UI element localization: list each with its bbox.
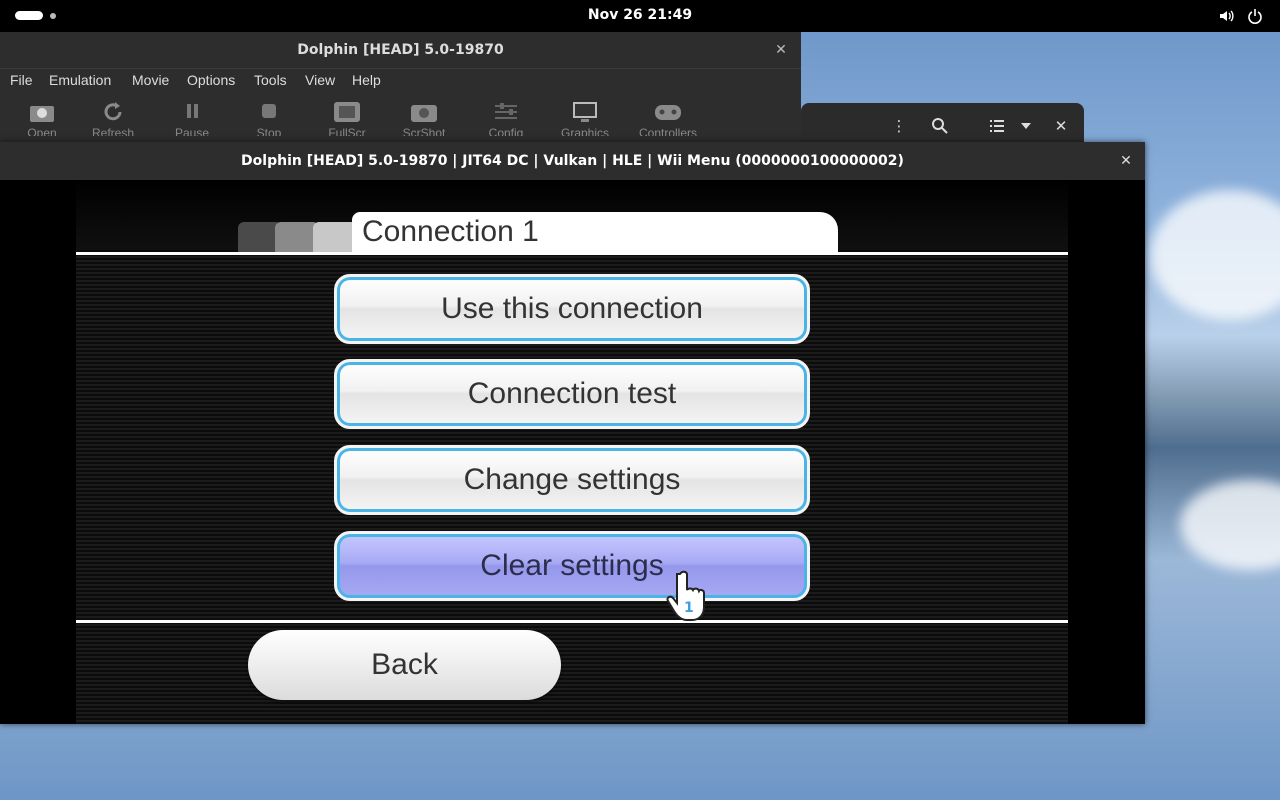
menu-file[interactable]: File	[10, 72, 33, 88]
dolphin-render-window: Dolphin [HEAD] 5.0-19870 | JIT64 DC | Vu…	[0, 142, 1145, 724]
connection-tab-title: Connection 1	[352, 212, 838, 252]
dolphin-main-window: Dolphin [HEAD] 5.0-19870 ✕ File Emulatio…	[0, 32, 801, 144]
menu-bar: File Emulation Movie Options Tools View …	[0, 68, 801, 92]
volume-icon[interactable]	[1218, 8, 1234, 24]
use-this-connection-button[interactable]: Use this connection	[334, 274, 810, 344]
menu-options[interactable]: Options	[187, 72, 235, 88]
list-view-icon[interactable]	[988, 117, 1006, 135]
desktop-cloud	[1180, 480, 1280, 570]
stop-button[interactable]: Stop	[239, 100, 299, 144]
tool-label: Pause	[174, 126, 210, 136]
graphics-icon	[573, 102, 597, 122]
tool-label: FullScr	[328, 126, 366, 136]
tool-label: Open	[27, 126, 57, 136]
tool-label: Controllers	[638, 126, 698, 136]
fullscreen-icon	[334, 102, 360, 122]
menu-view[interactable]: View	[305, 72, 335, 88]
wii-pointer-hand-icon: 1	[666, 570, 705, 621]
open-icon	[30, 106, 54, 122]
close-icon[interactable]: ✕	[1052, 117, 1070, 135]
controllers-button[interactable]: Controllers	[638, 100, 698, 144]
close-icon[interactable]: ✕	[773, 42, 789, 58]
clock[interactable]: Nov 26 21:49	[540, 7, 740, 23]
tool-label: Refresh	[91, 126, 135, 136]
screenshot-icon	[411, 105, 437, 122]
config-button[interactable]: Config	[476, 100, 536, 144]
graphics-button[interactable]: Graphics	[555, 100, 615, 144]
clear-settings-button[interactable]: Clear settings	[334, 531, 810, 601]
stop-icon	[262, 104, 276, 118]
search-icon[interactable]	[931, 117, 949, 135]
tool-label: Config	[488, 126, 524, 136]
refresh-icon	[104, 102, 122, 121]
menu-movie[interactable]: Movie	[132, 72, 169, 88]
screenshot-button[interactable]: ScrShot	[394, 100, 454, 144]
menu-help[interactable]: Help	[352, 72, 381, 88]
more-options-icon[interactable]: ⋮	[890, 117, 908, 135]
activities-button[interactable]	[15, 11, 56, 20]
tool-label: ScrShot	[402, 126, 446, 136]
pause-icon	[187, 104, 198, 118]
menu-tools[interactable]: Tools	[254, 72, 287, 88]
config-icon	[495, 103, 517, 119]
menu-emulation[interactable]: Emulation	[49, 72, 111, 88]
wii-screen: Connection 1 Use this connection Connect…	[76, 180, 1068, 724]
tool-label: Stop	[256, 126, 282, 136]
tool-label: Graphics	[560, 126, 610, 136]
tab-stub	[313, 222, 357, 252]
fullscreen-button[interactable]: FullScr	[317, 100, 377, 144]
power-icon[interactable]	[1247, 8, 1263, 24]
system-top-bar: Nov 26 21:49	[0, 0, 1280, 32]
controllers-icon	[655, 105, 681, 120]
window-title: Dolphin [HEAD] 5.0-19870	[0, 32, 801, 68]
desktop-cloud	[1150, 190, 1280, 320]
render-window-title: Dolphin [HEAD] 5.0-19870 | JIT64 DC | Vu…	[0, 142, 1145, 180]
change-settings-button[interactable]: Change settings	[334, 445, 810, 515]
connection-test-button[interactable]: Connection test	[334, 359, 810, 429]
workspace-indicator-active	[15, 11, 43, 20]
pause-button[interactable]: Pause	[162, 100, 222, 144]
back-button[interactable]: Back	[248, 630, 561, 700]
chevron-down-icon[interactable]	[1017, 117, 1035, 135]
toolbar: Open Refresh Pause Stop FullScr ScrShot …	[0, 92, 801, 144]
close-icon[interactable]: ✕	[1118, 153, 1134, 169]
workspace-indicator	[50, 13, 56, 19]
cursor-player-number: 1	[684, 600, 694, 616]
open-button[interactable]: Open	[12, 100, 72, 144]
divider-bottom	[76, 620, 1068, 623]
refresh-button[interactable]: Refresh	[83, 100, 143, 144]
divider-top	[76, 252, 1068, 255]
